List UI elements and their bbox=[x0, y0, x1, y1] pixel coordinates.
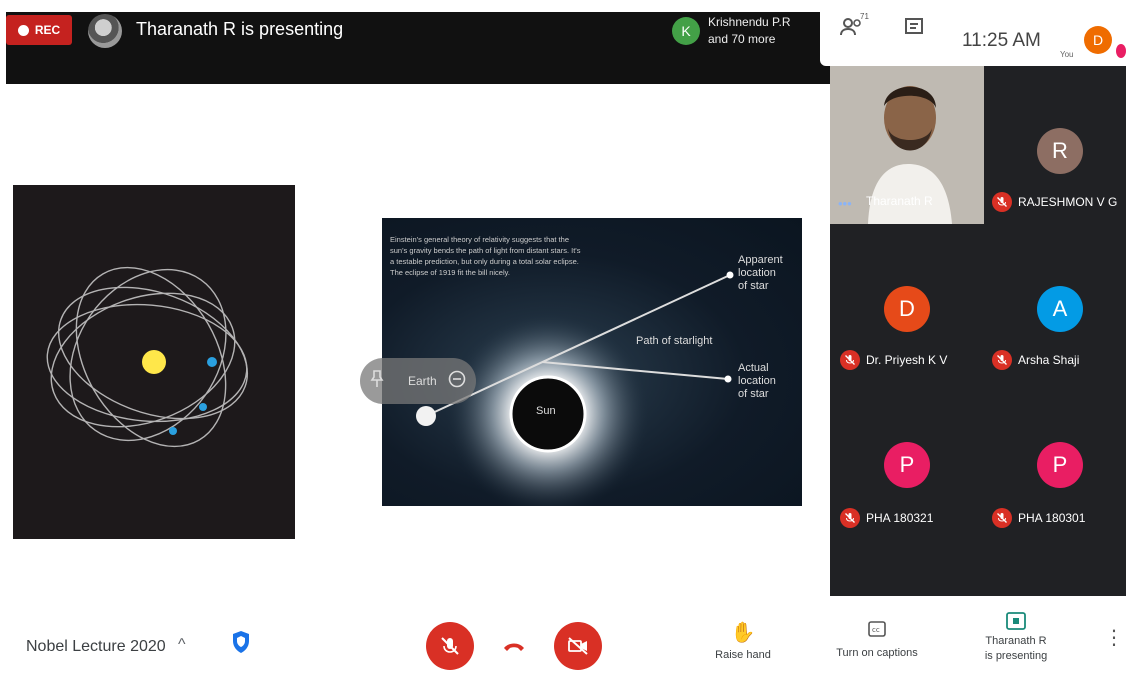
participant-name: PHA 180301 bbox=[1018, 511, 1086, 525]
joiner-avatar: K bbox=[672, 17, 700, 45]
apparent-line-2: location bbox=[738, 267, 776, 279]
captions-label: Turn on captions bbox=[836, 647, 918, 659]
presenting-line-1: Tharanath R bbox=[985, 635, 1047, 647]
presenter-tile-name: Tharanath R bbox=[866, 194, 933, 208]
path-label: Path of starlight bbox=[636, 335, 713, 347]
presenter-avatar bbox=[88, 14, 122, 48]
self-label: You bbox=[1060, 50, 1074, 59]
more-options-icon[interactable]: ••• bbox=[838, 196, 852, 211]
participant-name: RAJESHMON V G bbox=[1018, 195, 1118, 209]
svg-text:cc: cc bbox=[872, 626, 880, 634]
actual-location-label: Actual location of star bbox=[738, 362, 776, 401]
muted-mic-icon bbox=[992, 350, 1012, 370]
leave-call-button[interactable] bbox=[490, 622, 538, 670]
participant-name: PHA 180321 bbox=[866, 511, 934, 525]
actual-line-2: location bbox=[738, 375, 776, 387]
camera-off-icon bbox=[568, 637, 588, 655]
muted-mic-icon bbox=[992, 192, 1012, 212]
raise-hand-label: Raise hand bbox=[715, 649, 771, 661]
participant-tile[interactable]: Arsha Shaji bbox=[992, 350, 1079, 370]
mic-toggle-button[interactable] bbox=[426, 622, 474, 670]
captions-icon: cc bbox=[822, 620, 932, 643]
camera-toggle-button[interactable] bbox=[554, 622, 602, 670]
participant-name: Dr. Priyesh K V bbox=[866, 353, 948, 367]
participant-avatar: A bbox=[1037, 286, 1083, 332]
participant-tile[interactable]: PHA 180321 bbox=[840, 508, 933, 528]
participant-tile[interactable]: Dr. Priyesh K V bbox=[840, 350, 947, 370]
joiner-more: and 70 more bbox=[708, 32, 776, 46]
clock: 11:25 AM bbox=[962, 30, 1041, 51]
raise-hand-button[interactable]: ✋ Raise hand bbox=[704, 620, 782, 661]
hand-icon: ✋ bbox=[730, 622, 756, 644]
presenting-button[interactable]: Tharanath R is presenting bbox=[970, 612, 1062, 664]
muted-mic-icon bbox=[840, 508, 860, 528]
recording-badge: REC bbox=[6, 15, 72, 45]
participant-tile[interactable]: RAJESHMON V G bbox=[992, 192, 1117, 212]
chevron-up-icon[interactable]: ^ bbox=[178, 636, 186, 654]
apparent-line-1: Apparent bbox=[738, 254, 783, 266]
apparent-line-3: of star bbox=[738, 280, 769, 292]
pin-icon[interactable] bbox=[370, 370, 384, 393]
presenting-status: Tharanath R is presenting bbox=[136, 19, 344, 39]
recording-dot-icon bbox=[17, 24, 29, 36]
captions-button[interactable]: cc Turn on captions bbox=[822, 620, 932, 659]
participant-avatar: P bbox=[1037, 442, 1083, 488]
notification-dot-icon bbox=[1116, 44, 1126, 58]
participant-avatar: D bbox=[884, 286, 930, 332]
participant-avatar: R bbox=[1037, 128, 1083, 174]
chat-icon[interactable] bbox=[900, 16, 928, 40]
participant-name: Arsha Shaji bbox=[1018, 353, 1080, 367]
actual-line-3: of star bbox=[738, 388, 769, 400]
actual-line-1: Actual bbox=[738, 362, 769, 374]
more-options-vertical-icon[interactable]: ⋮ bbox=[1104, 628, 1124, 648]
participants-joined-notice[interactable]: K Krishnendu P.R and 70 more bbox=[672, 14, 791, 48]
muted-mic-icon bbox=[840, 350, 860, 370]
joiner-text: Krishnendu P.R and 70 more bbox=[708, 14, 791, 48]
slide-caption: Einstein's general theory of relativity … bbox=[390, 235, 581, 277]
sun-icon bbox=[142, 350, 166, 374]
presenting-line-2: is presenting bbox=[984, 650, 1048, 662]
hang-up-icon bbox=[504, 643, 524, 651]
orbit-diagram bbox=[13, 185, 295, 539]
remove-pin-icon[interactable] bbox=[448, 370, 466, 393]
present-screen-icon bbox=[970, 612, 1062, 632]
participant-avatar: P bbox=[884, 442, 930, 488]
joiner-name: Krishnendu P.R bbox=[708, 15, 791, 29]
mic-off-icon bbox=[441, 637, 459, 655]
participant-tile[interactable]: PHA 180301 bbox=[992, 508, 1085, 528]
sun-label: Sun bbox=[536, 405, 556, 417]
recording-label: REC bbox=[34, 23, 61, 37]
meeting-title[interactable]: Nobel Lecture 2020 bbox=[26, 638, 166, 656]
self-avatar[interactable]: D bbox=[1084, 26, 1112, 54]
people-count: 71 bbox=[860, 12, 869, 21]
earth-label: Earth bbox=[408, 374, 437, 388]
muted-mic-icon bbox=[992, 508, 1012, 528]
apparent-location-label: Apparent location of star bbox=[738, 254, 783, 293]
shield-icon[interactable] bbox=[232, 630, 250, 654]
people-icon[interactable]: 71 bbox=[838, 12, 869, 40]
earth-icon bbox=[416, 406, 436, 426]
